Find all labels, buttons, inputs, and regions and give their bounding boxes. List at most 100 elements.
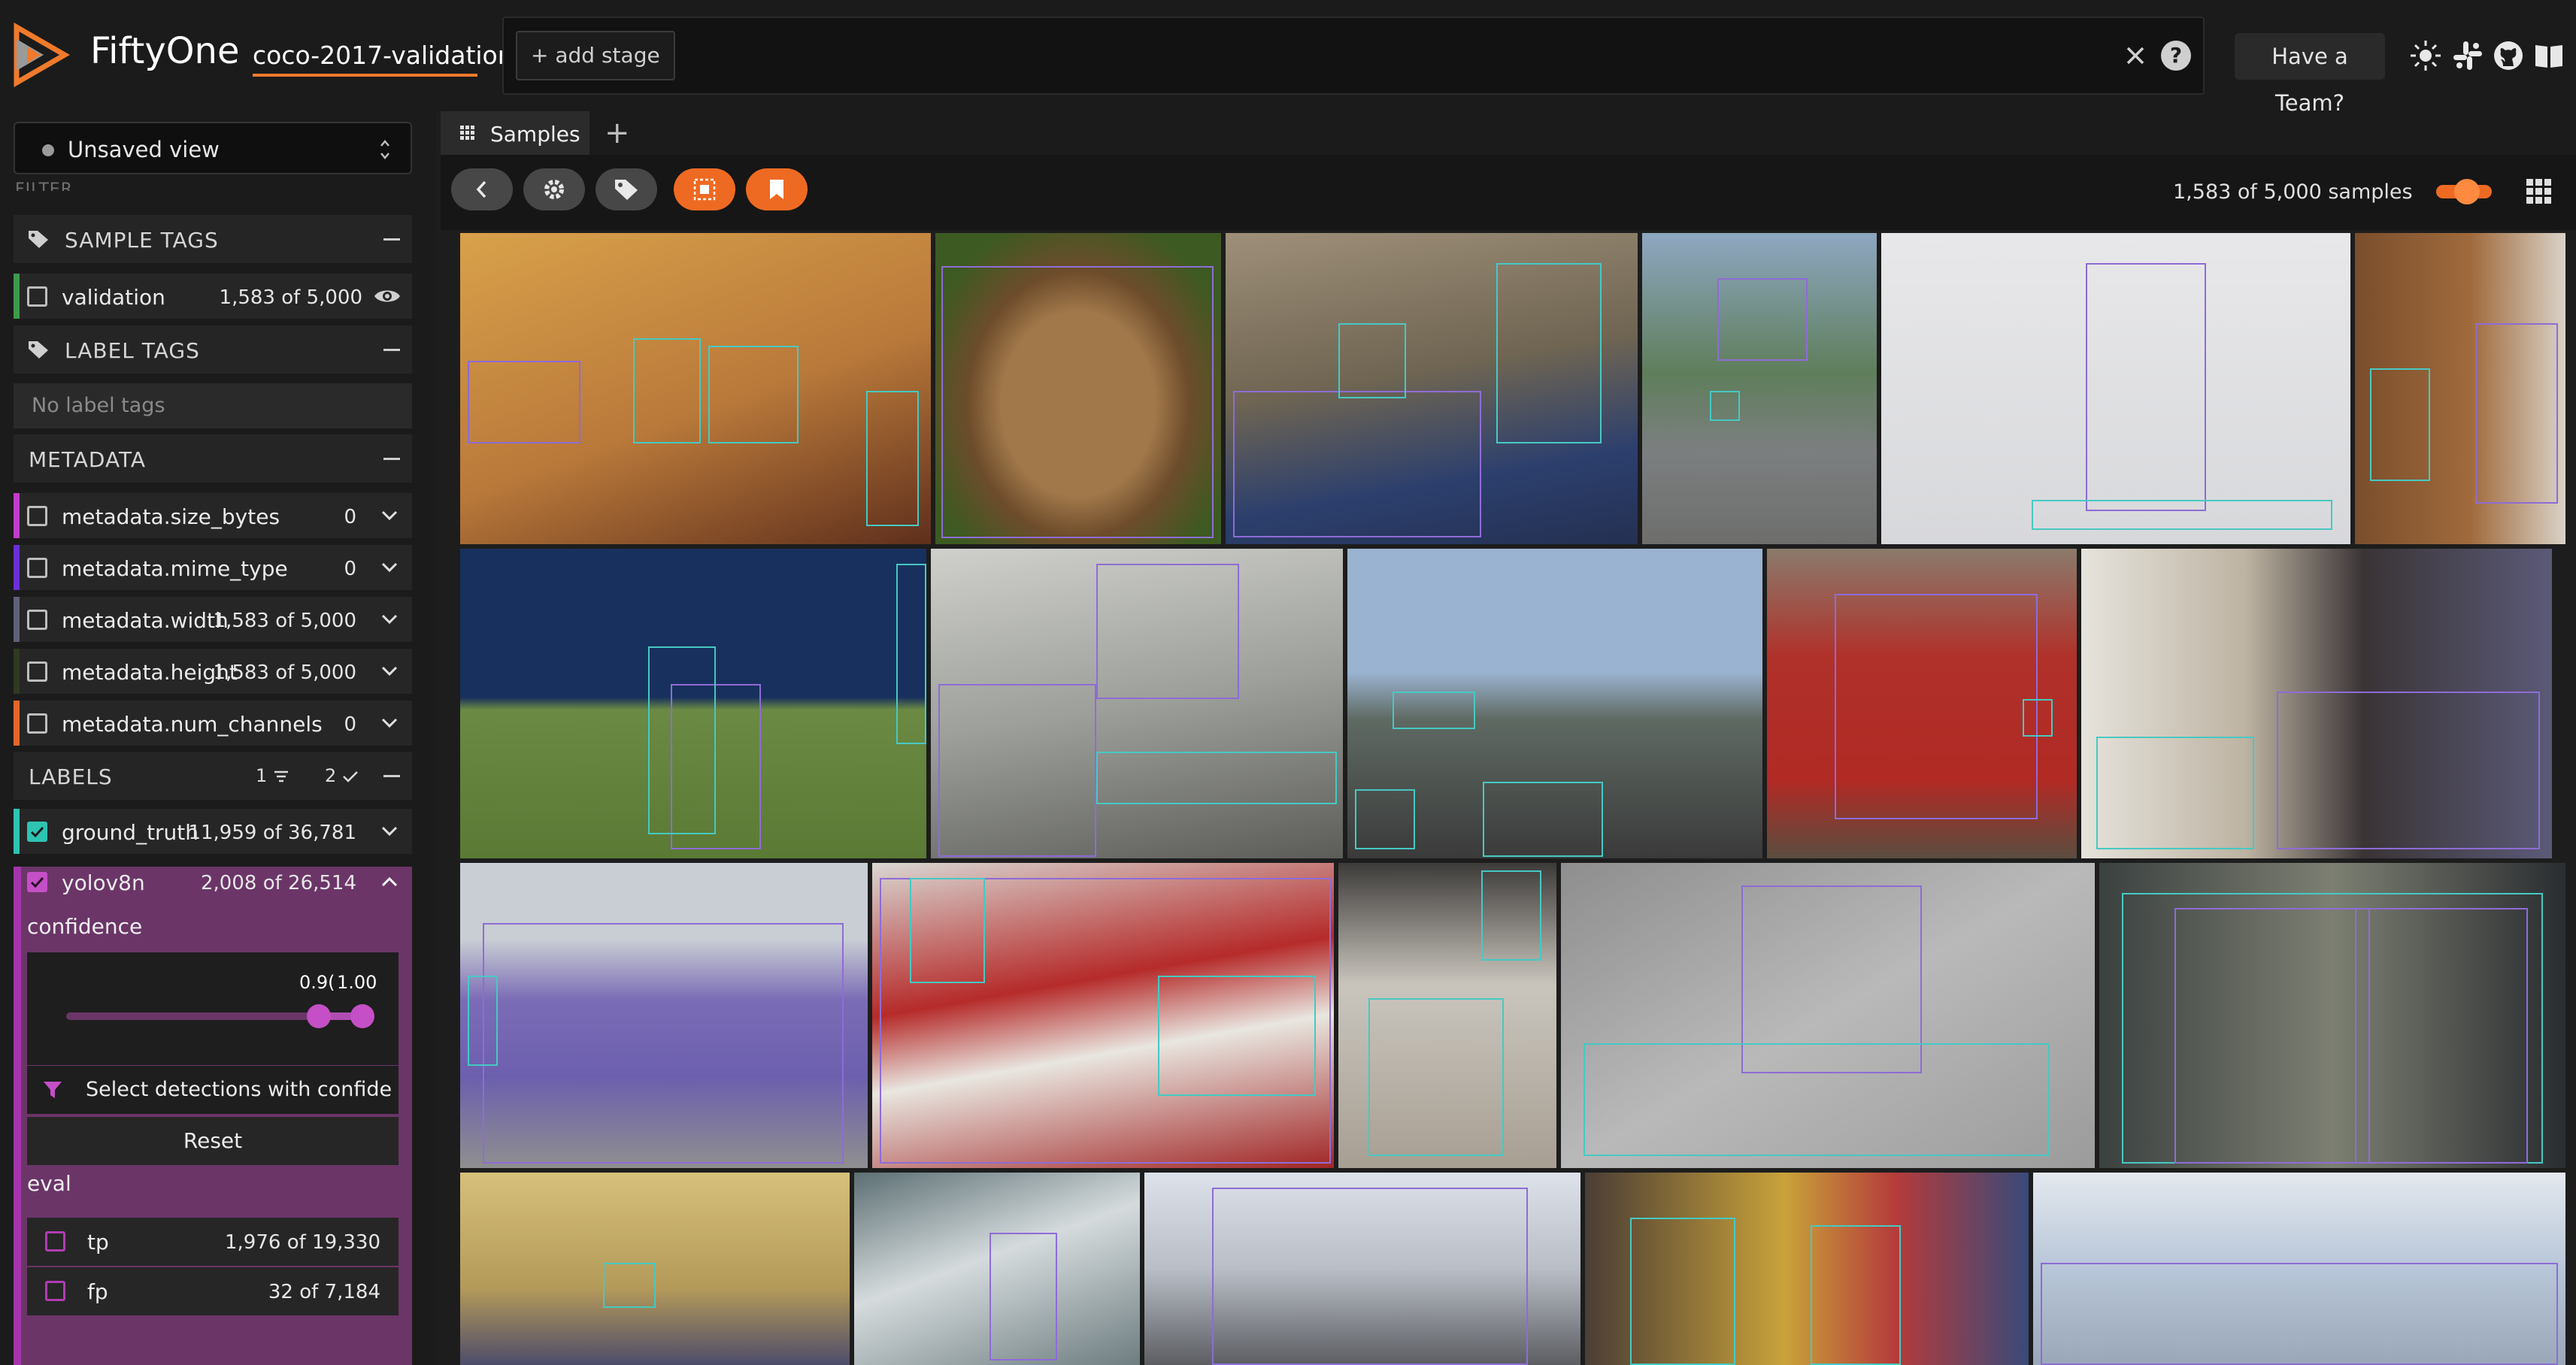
- chevron-down-icon[interactable]: [380, 560, 399, 575]
- chevron-down-icon[interactable]: [380, 612, 399, 627]
- chevron-down-icon[interactable]: [380, 716, 399, 731]
- saved-views-button[interactable]: [746, 168, 808, 210]
- sample-tile[interactable]: [1767, 549, 2077, 858]
- checkbox[interactable]: [27, 286, 47, 307]
- sample-tile[interactable]: [2033, 1173, 2565, 1365]
- sample-tile[interactable]: [935, 233, 1221, 544]
- have-a-team-button[interactable]: Have a Team?: [2235, 33, 2385, 116]
- close-icon[interactable]: [2122, 42, 2149, 69]
- add-tab-button[interactable]: +: [605, 116, 630, 150]
- sample-tile[interactable]: [1347, 549, 1762, 858]
- dataset-selector[interactable]: coco-2017-validation: [253, 41, 514, 70]
- sample-tile[interactable]: [2355, 233, 2565, 544]
- metadata-header[interactable]: METADATA: [14, 434, 412, 483]
- filter-count-badge[interactable]: 1: [256, 764, 289, 788]
- patches-button[interactable]: [674, 168, 735, 210]
- sidebar-toggle-button[interactable]: [451, 168, 513, 210]
- bookmark-icon: [770, 180, 783, 199]
- saved-view-selector[interactable]: Unsaved view: [14, 122, 412, 174]
- slider-max-handle[interactable]: [350, 1004, 374, 1028]
- check-icon: [30, 876, 44, 888]
- label-row-ground-truth[interactable]: ground_truth 11,959 of 36,781: [14, 809, 412, 854]
- chevron-down-icon[interactable]: [380, 508, 399, 523]
- tag-button[interactable]: [596, 168, 657, 210]
- field-name: metadata.height: [62, 660, 238, 685]
- field-count: 1,583 of 5,000: [213, 610, 356, 632]
- sample-tile[interactable]: [1642, 233, 1877, 544]
- metadata-row-num-channels[interactable]: metadata.num_channels 0: [14, 701, 412, 746]
- add-stage-button[interactable]: + add stage: [516, 31, 675, 80]
- sample-tile[interactable]: [1585, 1173, 2029, 1365]
- toggle-knob[interactable]: [2454, 179, 2480, 204]
- checkbox[interactable]: [27, 558, 47, 578]
- sample-tile[interactable]: [460, 549, 926, 858]
- checkbox[interactable]: [27, 661, 47, 682]
- eye-icon[interactable]: [373, 286, 402, 307]
- checkbox[interactable]: [45, 1281, 65, 1301]
- collapse-icon[interactable]: [383, 238, 400, 241]
- checkbox-checked[interactable]: [27, 872, 47, 892]
- view-bar[interactable]: + add stage ?: [502, 17, 2205, 95]
- tab-samples[interactable]: Samples: [441, 111, 589, 155]
- fiftyone-logo-icon[interactable]: [11, 23, 72, 87]
- sample-tag-row-validation[interactable]: validation 1,583 of 5,000: [14, 274, 412, 319]
- slider-min-handle[interactable]: [307, 1004, 331, 1028]
- checkbox[interactable]: [27, 610, 47, 630]
- sample-tile[interactable]: [1561, 863, 2095, 1168]
- help-icon[interactable]: ?: [2161, 41, 2191, 71]
- checkbox[interactable]: [27, 713, 47, 734]
- sun-icon[interactable]: [2409, 39, 2442, 72]
- media-toggle[interactable]: [2436, 179, 2492, 204]
- labels-header[interactable]: LABELS 1 2: [14, 752, 412, 800]
- field-count: 0: [344, 713, 356, 736]
- field-name: yolov8n: [62, 870, 145, 895]
- reset-button[interactable]: Reset: [27, 1117, 399, 1165]
- eval-row-tp[interactable]: tp 1,976 of 19,330: [27, 1218, 399, 1266]
- field-color-bar: [14, 493, 20, 538]
- collapse-icon[interactable]: [383, 349, 400, 351]
- sample-tile[interactable]: [872, 863, 1334, 1168]
- sample-tile[interactable]: [2099, 863, 2565, 1168]
- sample-tile[interactable]: [1226, 233, 1638, 544]
- sample-tile[interactable]: [854, 1173, 1140, 1365]
- confidence-slider[interactable]: 0.9( 1.00: [27, 952, 399, 1065]
- sample-tags-header[interactable]: SAMPLE TAGS: [14, 215, 412, 263]
- grid-size-icon[interactable]: [2526, 179, 2552, 204]
- checkbox[interactable]: [45, 1231, 65, 1252]
- checkbox[interactable]: [27, 506, 47, 526]
- github-icon[interactable]: [2492, 39, 2525, 72]
- chevron-down-icon[interactable]: [380, 664, 399, 679]
- visible-count-badge[interactable]: 2: [325, 764, 359, 788]
- field-name: metadata.width: [62, 608, 229, 633]
- metadata-row-mime-type[interactable]: metadata.mime_type 0: [14, 545, 412, 590]
- sample-tile[interactable]: [1881, 233, 2350, 544]
- field-count: 0: [344, 558, 356, 580]
- collapse-icon[interactable]: [383, 458, 400, 460]
- metadata-row-size-bytes[interactable]: metadata.size_bytes 0: [14, 493, 412, 538]
- metadata-row-width[interactable]: metadata.width 1,583 of 5,000: [14, 597, 412, 642]
- label-row-yolov8n[interactable]: yolov8n 2,008 of 26,514: [14, 859, 412, 904]
- slider-max-value: 1.00: [337, 972, 377, 993]
- settings-button[interactable]: [523, 168, 585, 210]
- chevron-up-icon[interactable]: [380, 874, 399, 889]
- brand-name[interactable]: FiftyOne: [90, 30, 239, 72]
- collapse-icon[interactable]: [383, 775, 400, 777]
- funnel-icon: [44, 1082, 62, 1098]
- labels-title: LABELS: [29, 764, 113, 789]
- checkbox-checked[interactable]: [27, 822, 47, 842]
- chevron-down-icon[interactable]: [380, 824, 399, 839]
- slack-icon[interactable]: [2451, 39, 2484, 72]
- sample-tile[interactable]: [460, 1173, 850, 1365]
- sample-tile[interactable]: [460, 233, 931, 544]
- field-name: metadata.mime_type: [62, 556, 288, 581]
- label-tags-header[interactable]: LABEL TAGS: [14, 325, 412, 374]
- select-detections-button[interactable]: Select detections with confidence: [27, 1066, 399, 1114]
- sample-tile[interactable]: [1144, 1173, 1580, 1365]
- eval-row-fp[interactable]: fp 32 of 7,184: [27, 1267, 399, 1315]
- metadata-row-height[interactable]: metadata.height 1,583 of 5,000: [14, 649, 412, 694]
- sample-tile[interactable]: [931, 549, 1343, 858]
- sample-tile[interactable]: [460, 863, 868, 1168]
- docs-icon[interactable]: [2532, 39, 2565, 72]
- sample-tile[interactable]: [2081, 549, 2552, 858]
- sample-tile[interactable]: [1338, 863, 1556, 1168]
